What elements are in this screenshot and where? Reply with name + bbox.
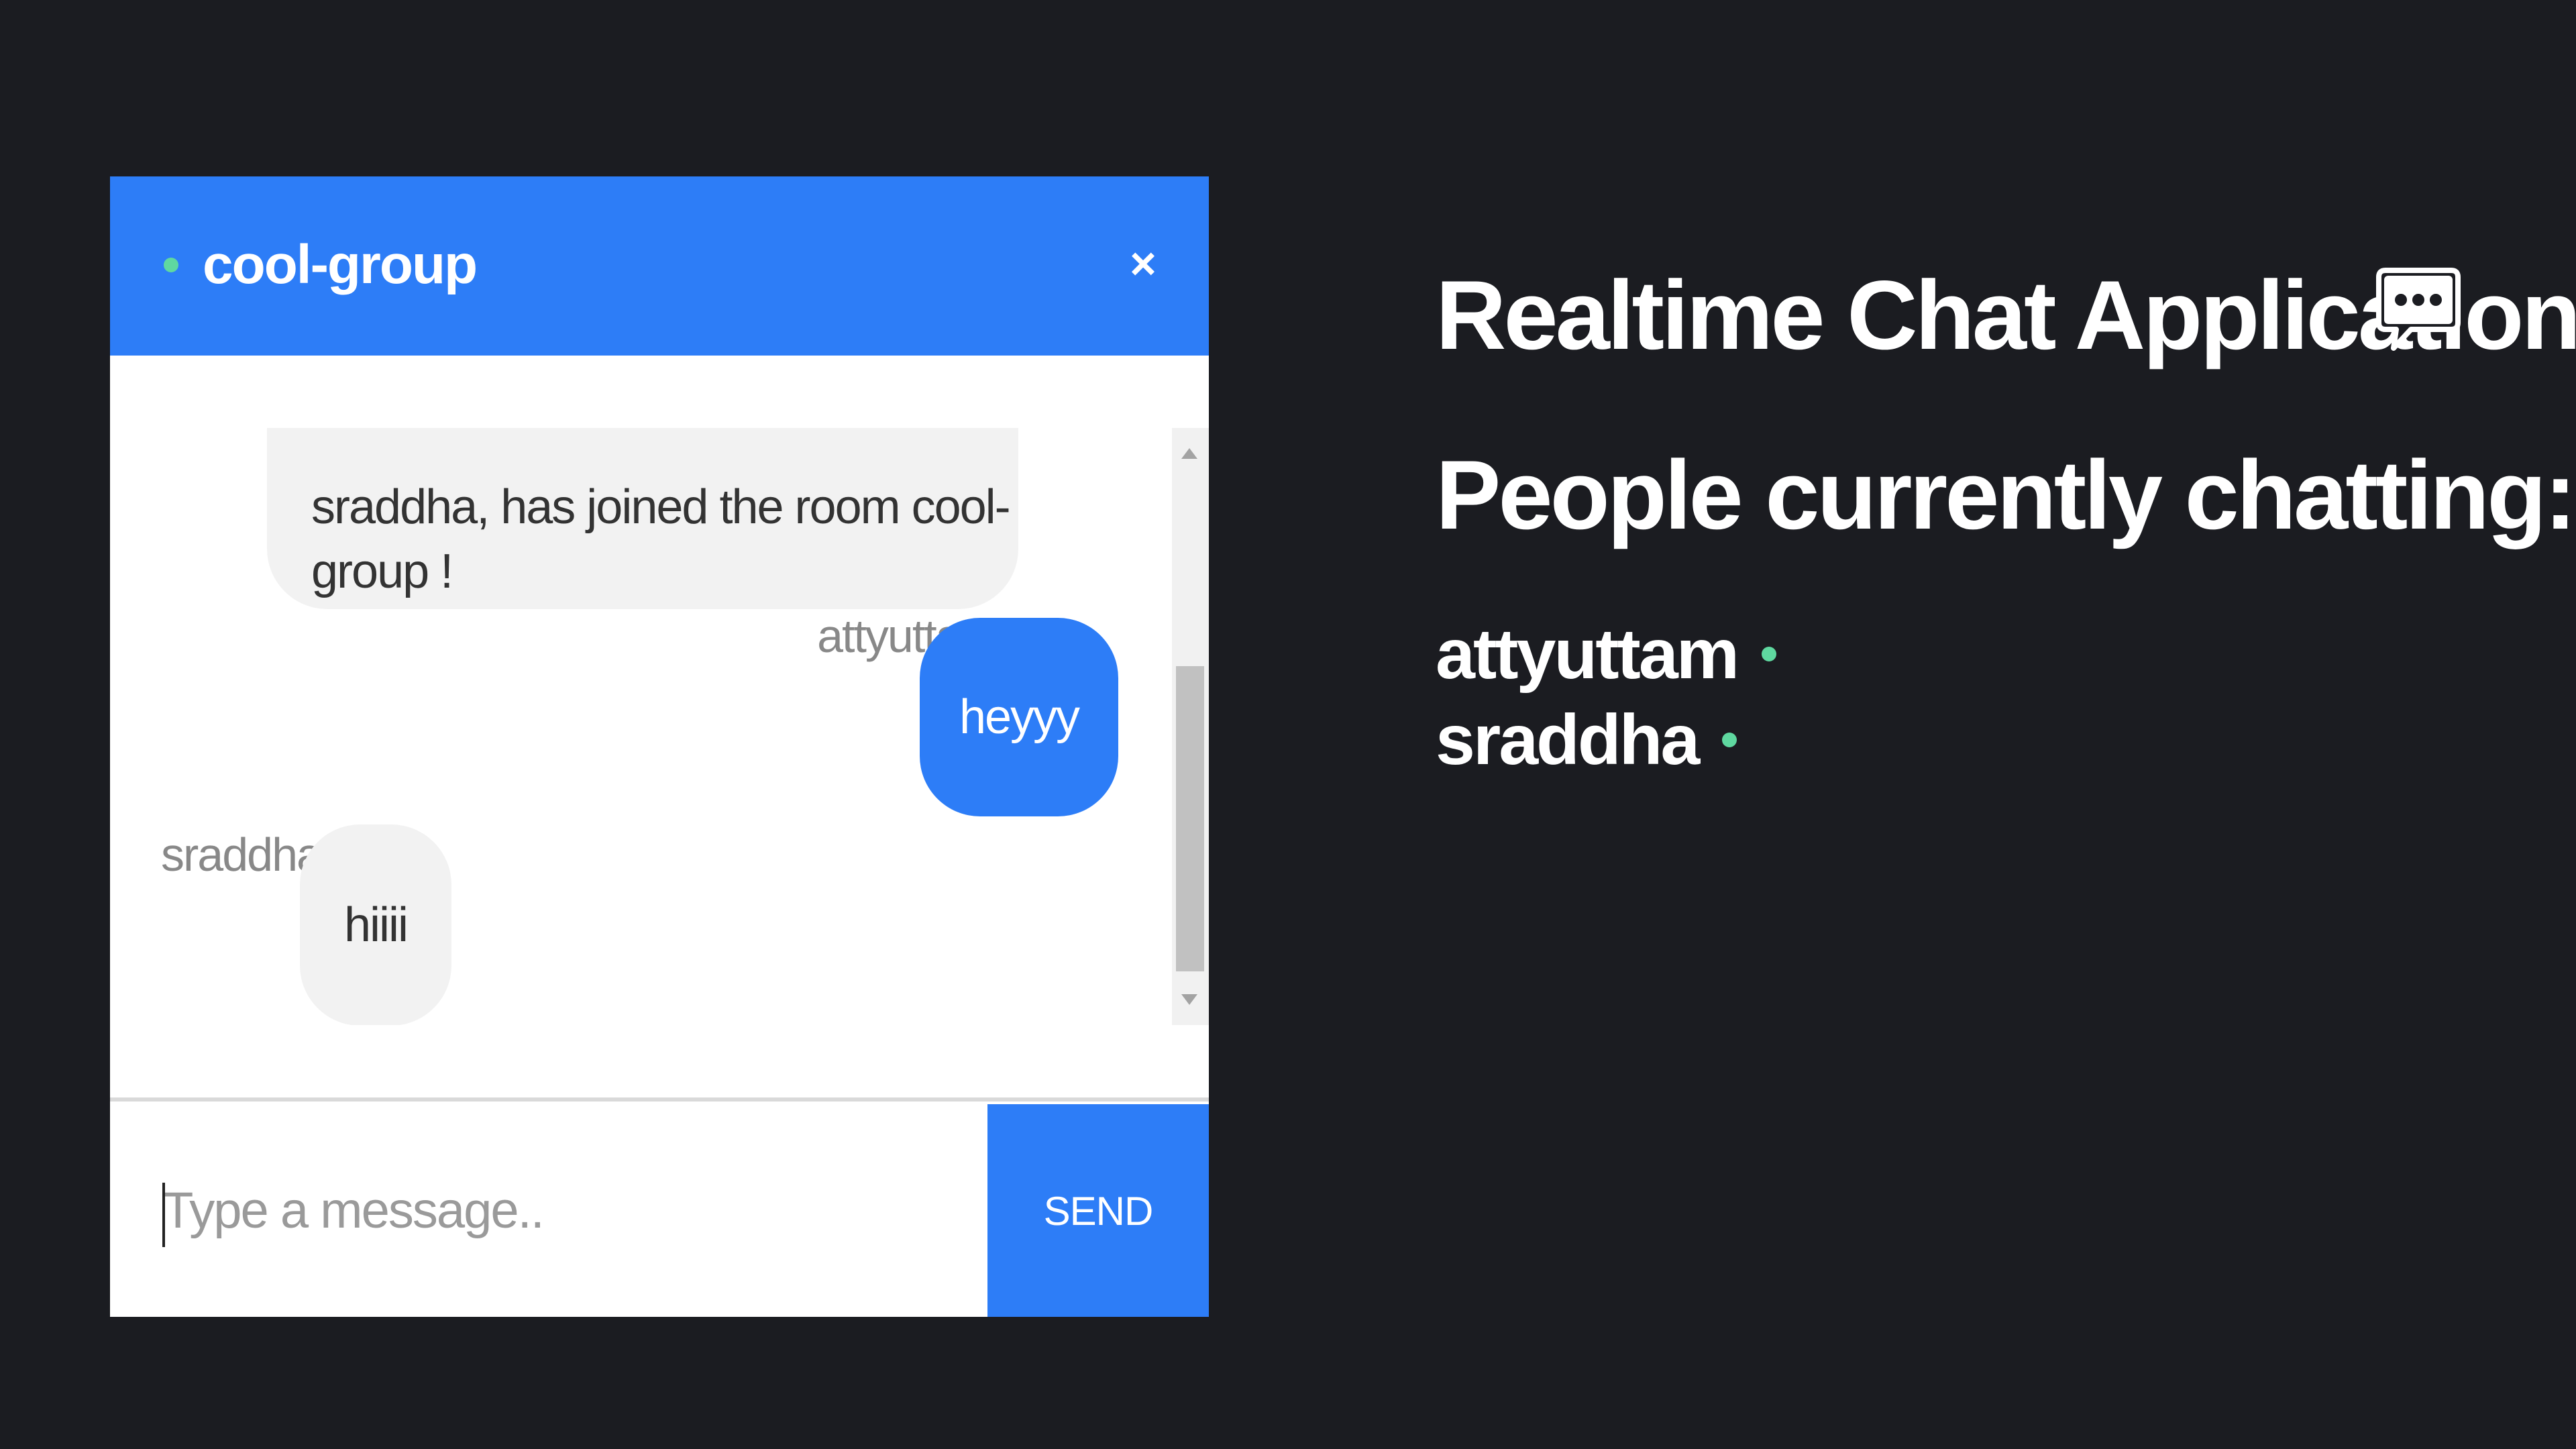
message-text: heyyy bbox=[959, 690, 1080, 744]
message-bubble: heyyy bbox=[920, 618, 1118, 816]
text-caret bbox=[162, 1183, 165, 1247]
scroll-up-arrow-icon[interactable] bbox=[1181, 448, 1197, 459]
online-user: sraddha bbox=[1436, 700, 1737, 780]
user-name: attyuttam bbox=[1436, 614, 1739, 694]
online-user: attyuttam bbox=[1436, 614, 1777, 694]
online-status-icon bbox=[1722, 733, 1737, 747]
message-input[interactable] bbox=[110, 1104, 987, 1317]
people-heading: People currently chatting: bbox=[1436, 440, 2576, 549]
message-scrollbar[interactable] bbox=[1172, 428, 1209, 1025]
message-text: sraddha, has joined the room cool-group … bbox=[311, 480, 1011, 598]
chat-window: cool-group × admin sraddha, has joined t… bbox=[110, 176, 1209, 1317]
message-list: admin sraddha, has joined the room cool-… bbox=[110, 428, 1170, 1025]
send-button[interactable]: SEND bbox=[987, 1104, 1209, 1317]
chat-header: cool-group × bbox=[110, 176, 1209, 356]
app-root: cool-group × admin sraddha, has joined t… bbox=[0, 0, 2576, 1449]
room-name: cool-group bbox=[203, 234, 478, 295]
scroll-down-arrow-icon[interactable] bbox=[1181, 994, 1197, 1005]
message-text: hiiii bbox=[343, 898, 409, 952]
close-button[interactable]: × bbox=[1116, 237, 1170, 290]
speech-bubble-icon bbox=[2376, 268, 2461, 351]
online-status-icon bbox=[1762, 647, 1777, 661]
message-bubble: sraddha, has joined the room cool-group … bbox=[267, 428, 1018, 609]
message-bubble: hiiii bbox=[300, 824, 451, 1025]
composer-divider bbox=[110, 1097, 1209, 1102]
scroll-thumb[interactable] bbox=[1176, 666, 1204, 971]
message-sender: sraddha bbox=[161, 828, 323, 881]
room-online-indicator bbox=[164, 258, 178, 272]
user-name: sraddha bbox=[1436, 700, 1700, 780]
